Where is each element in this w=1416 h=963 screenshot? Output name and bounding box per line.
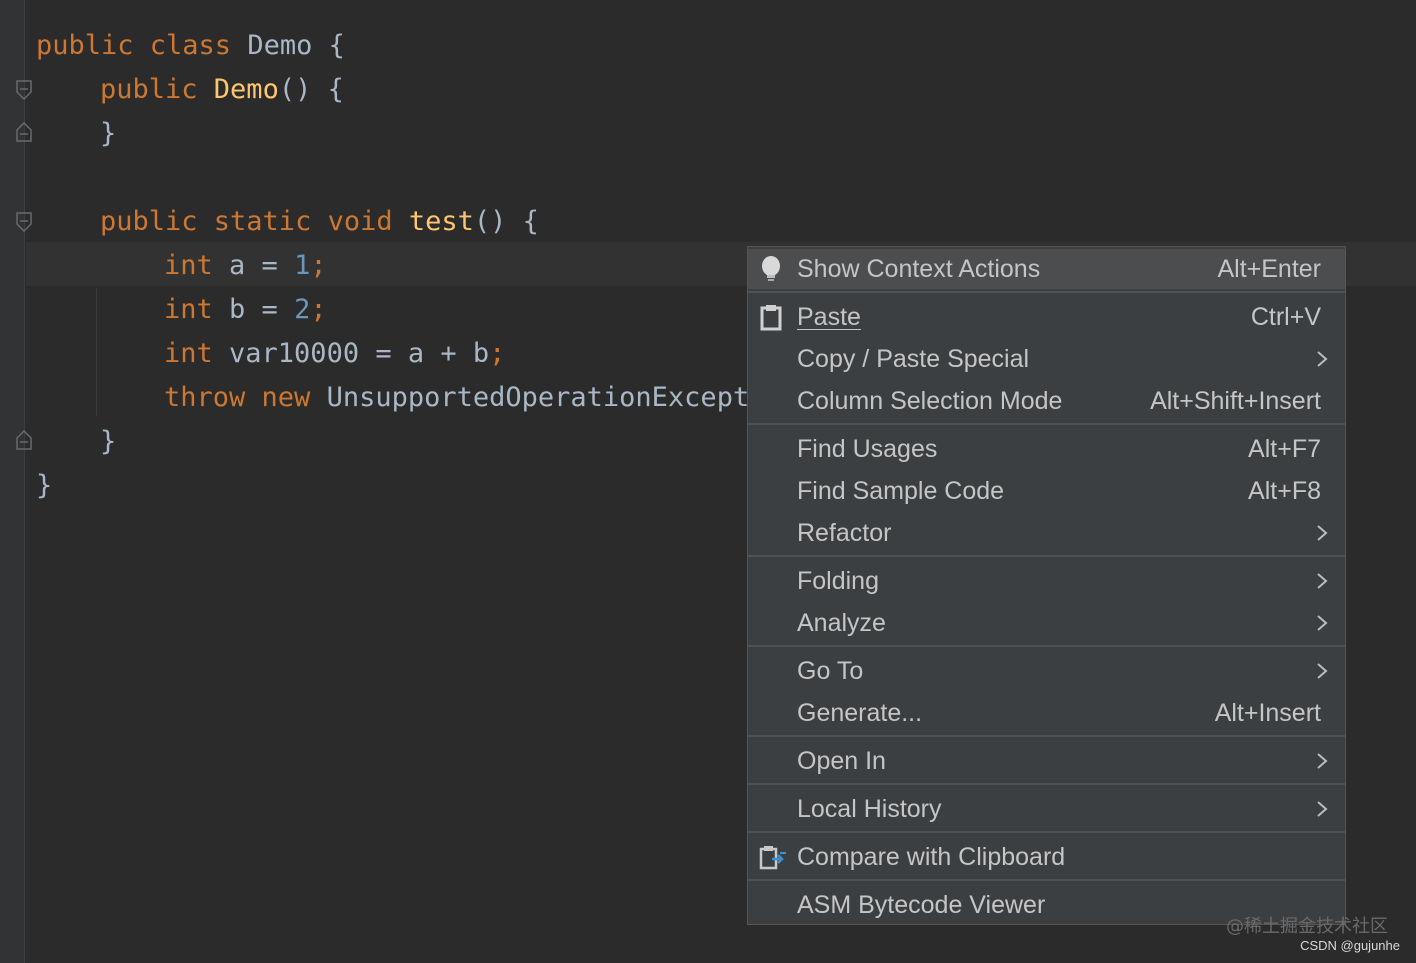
menu-separator	[748, 735, 1345, 737]
fold-marker-close-icon[interactable]	[16, 430, 32, 450]
code-token: 1	[294, 250, 311, 281]
compare-icon	[758, 843, 786, 871]
code-token: test	[408, 206, 474, 237]
code-line[interactable]: public Demo() {	[100, 68, 344, 112]
menu-item-analyze[interactable]: Analyze	[748, 603, 1345, 643]
code-line[interactable]: throw new UnsupportedOperationExcepti	[164, 376, 765, 420]
menu-separator	[748, 879, 1345, 881]
code-line[interactable]: int b = 2;	[164, 288, 327, 332]
code-token: ;	[310, 294, 327, 325]
menu-separator	[748, 555, 1345, 557]
code-token: () {	[473, 206, 539, 237]
chevron-right-icon	[1315, 571, 1329, 591]
code-token: () {	[278, 74, 344, 105]
menu-item-folding[interactable]: Folding	[748, 561, 1345, 601]
chevron-right-icon	[1315, 349, 1329, 369]
code-token: }	[100, 118, 117, 149]
menu-separator	[748, 645, 1345, 647]
code-token: }	[36, 470, 53, 501]
code-token: public static void	[100, 206, 409, 237]
menu-separator	[748, 831, 1345, 833]
watermark-juejin: @稀土掘金技术社区	[1226, 916, 1388, 937]
code-line[interactable]: }	[100, 112, 116, 156]
chevron-right-icon	[1315, 799, 1329, 819]
code-line[interactable]: public static void test() {	[100, 200, 539, 244]
menu-item-find-sample-code[interactable]: Find Sample Code Alt+F8	[748, 471, 1345, 511]
menu-item-column-selection-mode[interactable]: Column Selection Mode Alt+Shift+Insert	[748, 381, 1345, 421]
code-line[interactable]: int a = 1;	[164, 244, 327, 288]
fold-marker-close-icon[interactable]	[16, 122, 32, 142]
code-token: throw new	[164, 382, 327, 413]
watermark-csdn: CSDN @gujunhe	[1300, 938, 1400, 953]
code-token: 2	[294, 294, 311, 325]
chevron-right-icon	[1315, 661, 1329, 681]
code-token: var10000 = a + b	[229, 338, 490, 369]
code-line[interactable]: }	[100, 420, 116, 464]
menu-item-find-usages[interactable]: Find Usages Alt+F7	[748, 429, 1345, 469]
code-token: int	[164, 250, 230, 281]
code-line[interactable]: int var10000 = a + b;	[164, 332, 505, 376]
editor-context-menu: Show Context Actions Alt+Enter Paste Ctr…	[747, 246, 1346, 925]
code-token: Demo {	[247, 30, 345, 61]
code-token: Demo	[213, 74, 279, 105]
editor-gutter	[0, 0, 25, 963]
chevron-right-icon	[1315, 751, 1329, 771]
lightbulb-icon	[758, 255, 784, 283]
menu-item-go-to[interactable]: Go To	[748, 651, 1345, 691]
menu-item-compare-with-clipboard[interactable]: Compare with Clipboard	[748, 837, 1345, 877]
code-token: UnsupportedOperationExcepti	[326, 382, 766, 413]
indent-guide	[96, 288, 97, 416]
clipboard-icon	[758, 303, 784, 331]
menu-separator	[748, 291, 1345, 293]
code-token: int	[164, 294, 230, 325]
menu-item-paste[interactable]: Paste Ctrl+V	[748, 297, 1345, 337]
menu-item-refactor[interactable]: Refactor	[748, 513, 1345, 553]
code-token: public	[100, 74, 214, 105]
code-token: int	[164, 338, 230, 369]
fold-marker-open-icon[interactable]	[16, 80, 32, 100]
code-token: }	[100, 426, 117, 457]
menu-item-generate[interactable]: Generate... Alt+Insert	[748, 693, 1345, 733]
code-token: public class	[36, 30, 248, 61]
menu-item-show-context-actions[interactable]: Show Context Actions Alt+Enter	[748, 249, 1345, 289]
code-token: b =	[229, 294, 295, 325]
menu-separator	[748, 423, 1345, 425]
menu-separator	[748, 783, 1345, 785]
code-line[interactable]: }	[36, 464, 52, 508]
chevron-right-icon	[1315, 523, 1329, 543]
chevron-right-icon	[1315, 613, 1329, 633]
code-token: a =	[229, 250, 295, 281]
menu-item-local-history[interactable]: Local History	[748, 789, 1345, 829]
code-line[interactable]: public class Demo {	[36, 24, 345, 68]
menu-item-open-in[interactable]: Open In	[748, 741, 1345, 781]
code-token: ;	[310, 250, 327, 281]
menu-item-copy-paste-special[interactable]: Copy / Paste Special	[748, 339, 1345, 379]
fold-marker-open-icon[interactable]	[16, 212, 32, 232]
code-token: ;	[489, 338, 506, 369]
